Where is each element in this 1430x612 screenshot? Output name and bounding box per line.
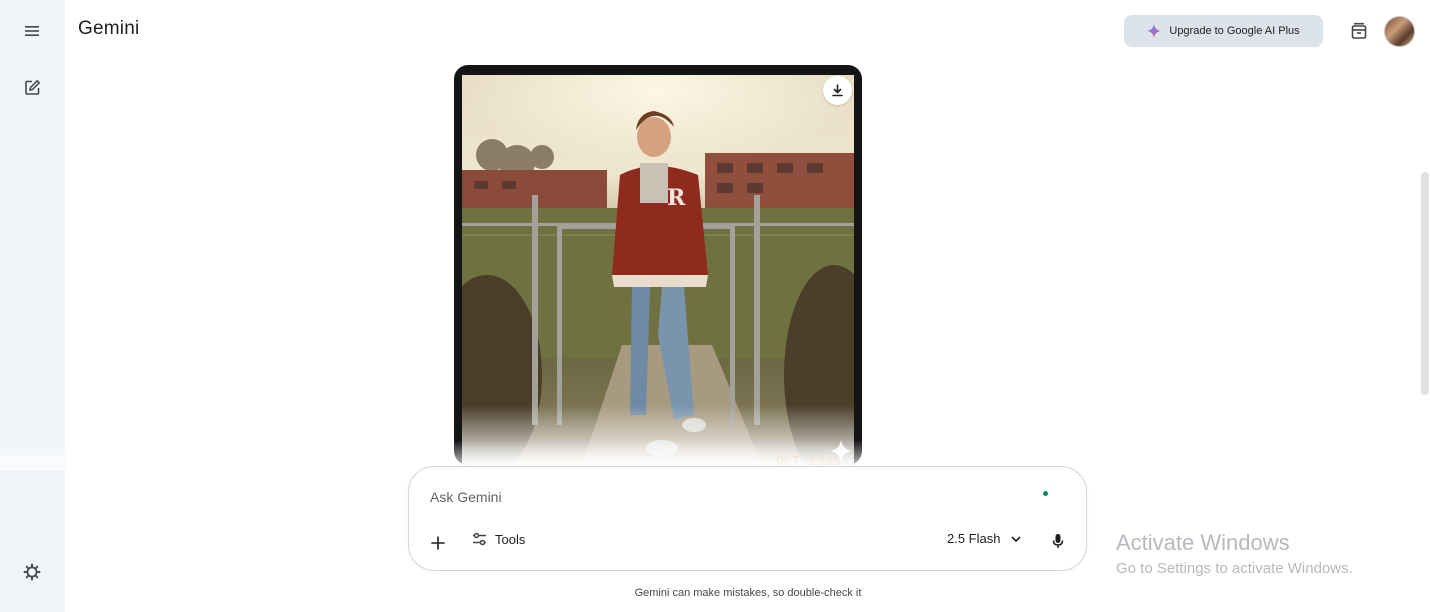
menu-button[interactable] xyxy=(16,15,48,47)
upgrade-label: Upgrade to Google AI Plus xyxy=(1169,25,1300,37)
sparkle-icon xyxy=(1147,24,1162,38)
tools-button[interactable]: Tools xyxy=(471,531,525,548)
side-rail xyxy=(0,0,65,612)
sparkle-watermark-icon xyxy=(830,440,852,462)
generated-image-card[interactable]: R OCT 1985 xyxy=(454,65,862,465)
activation-watermark-title: Activate Windows xyxy=(1116,530,1290,555)
model-label: 2.5 Flash xyxy=(947,531,1001,546)
scrollbar[interactable] xyxy=(1421,172,1429,395)
new-chat-button[interactable] xyxy=(16,71,48,103)
avatar[interactable] xyxy=(1384,16,1415,47)
status-dot xyxy=(1043,491,1048,496)
add-button[interactable] xyxy=(427,531,449,555)
mic-icon xyxy=(1052,534,1064,548)
disclaimer: Gemini can make mistakes, so double-chec… xyxy=(634,587,862,599)
plus-icon xyxy=(431,536,445,550)
download-icon xyxy=(832,84,843,97)
tools-label: Tools xyxy=(495,532,526,547)
chevron-down-icon xyxy=(1012,536,1021,542)
archive-icon xyxy=(1351,22,1367,39)
archive-button[interactable] xyxy=(1347,19,1371,43)
settings-button[interactable] xyxy=(16,556,48,588)
upgrade-button[interactable]: Upgrade to Google AI Plus xyxy=(1124,15,1323,47)
tools-icon xyxy=(473,532,486,546)
mic-button[interactable] xyxy=(1047,530,1069,552)
model-selector[interactable]: 2.5 Flash xyxy=(947,531,1022,546)
generated-image: R OCT 1985 xyxy=(462,75,854,465)
svg-text:R: R xyxy=(667,185,686,211)
app-title: Gemini xyxy=(78,18,140,39)
download-button[interactable] xyxy=(823,76,852,105)
prompt-input[interactable] xyxy=(430,489,990,505)
prompt-composer: Tools 2.5 Flash xyxy=(408,466,1087,571)
activation-watermark-subtitle: Go to Settings to activate Windows. xyxy=(1116,560,1353,577)
new-chat-icon xyxy=(24,79,40,95)
menu-icon xyxy=(25,26,39,36)
settings-icon xyxy=(23,563,41,581)
